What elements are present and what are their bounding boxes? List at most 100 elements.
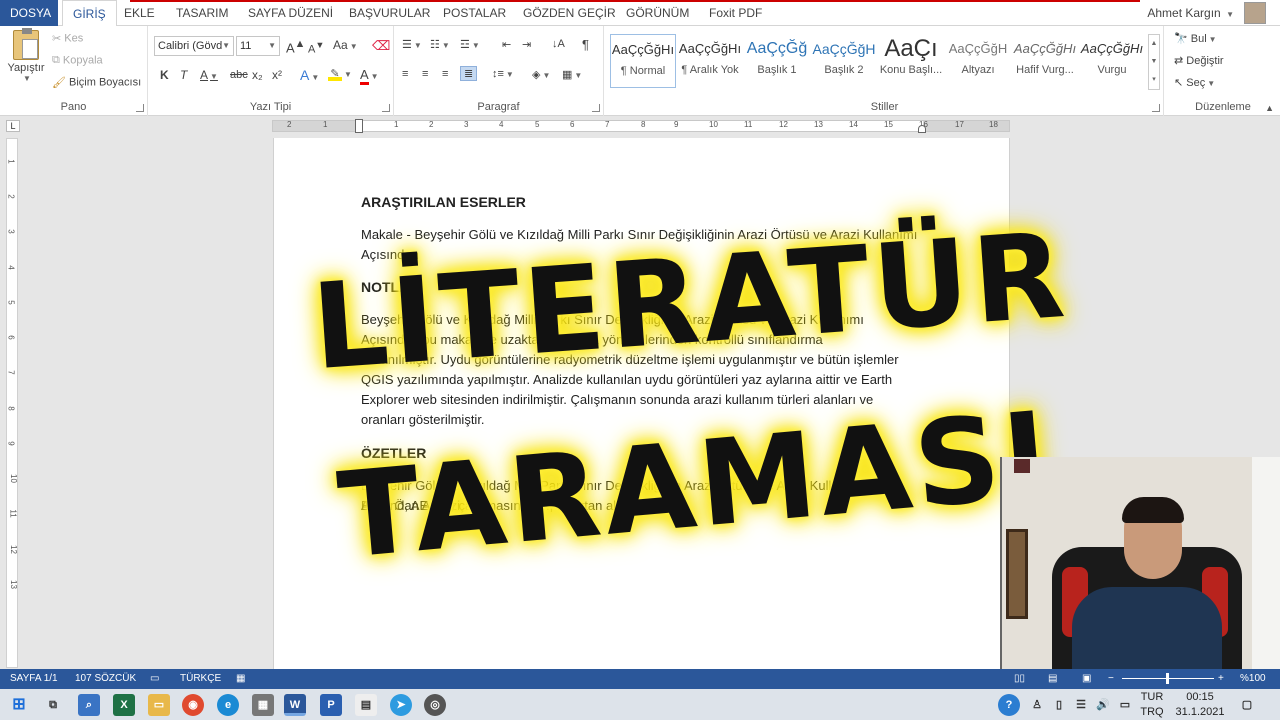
notepad-icon[interactable]: ▤ <box>355 694 377 716</box>
style-subtle-emphasis[interactable]: AaÇçĞğHı Hafif Vurg... <box>1012 34 1078 88</box>
format-painter-button[interactable]: 🖌 Biçim Boyacısı <box>52 76 141 89</box>
bold-button[interactable]: K <box>160 68 169 82</box>
wifi-icon[interactable]: ☰ <box>1070 694 1092 716</box>
zoom-in-icon[interactable]: + <box>1218 669 1224 689</box>
proofing-icon[interactable]: ▭ <box>150 669 159 689</box>
superscript-button[interactable]: x² <box>272 68 282 82</box>
select-button[interactable]: ↖ Seç ▼ <box>1174 76 1215 89</box>
right-indent-marker-icon[interactable] <box>918 125 926 133</box>
edge-icon[interactable]: e <box>217 694 239 716</box>
input-language[interactable]: TUR TRQ <box>1138 690 1166 720</box>
tab-file[interactable]: DOSYA <box>0 0 58 26</box>
tab-mailings[interactable]: POSTALAR <box>433 0 516 26</box>
cut-button[interactable]: ✂ Kes <box>52 32 83 45</box>
pdf-icon[interactable]: P <box>320 694 342 716</box>
tab-foxit[interactable]: Foxit PDF <box>699 0 772 26</box>
copy-button[interactable]: ⧉ Kopyala <box>52 54 103 67</box>
macro-icon[interactable]: ▦ <box>236 669 245 689</box>
bullets-button[interactable]: ☰ ▼ <box>402 38 422 51</box>
word-icon[interactable]: W <box>284 694 306 716</box>
style-emphasis[interactable]: AaÇçĞğHı Vurgu <box>1079 34 1145 88</box>
horizontal-ruler[interactable]: 2 1 1 2 3 4 5 6 7 8 9 10 11 12 13 14 15 … <box>272 119 1010 133</box>
tab-layout[interactable]: SAYFA DÜZENİ <box>238 0 343 26</box>
person-icon[interactable]: ♙ <box>1026 694 1048 716</box>
indent-marker-icon[interactable] <box>355 119 363 133</box>
telegram-icon[interactable]: ➤ <box>390 694 412 716</box>
style-title[interactable]: AaÇı Konu Başlı... <box>878 34 944 88</box>
find-button[interactable]: 🔭 Bul ▼ <box>1174 32 1217 45</box>
justify-button[interactable]: ≣ <box>460 66 478 81</box>
tab-selector[interactable]: L <box>6 120 20 132</box>
style-no-spacing[interactable]: AaÇçĞğHı ¶ Aralık Yok <box>677 34 743 88</box>
device-icon[interactable]: ▯ <box>1048 694 1070 716</box>
task-view-icon[interactable]: ⧉ <box>42 694 64 716</box>
zoom-level[interactable]: %100 <box>1240 669 1266 689</box>
style-subtitle[interactable]: AaÇçĞğH Altyazı <box>945 34 1011 88</box>
replace-button[interactable]: ⇄ Değiştir <box>1174 54 1224 67</box>
tab-review[interactable]: GÖZDEN GEÇİR <box>513 0 626 26</box>
increase-indent-button[interactable]: ⇥ <box>522 38 531 51</box>
zoom-out-icon[interactable]: − <box>1108 669 1114 689</box>
search-icon[interactable]: ⌕ <box>78 694 100 716</box>
tab-references[interactable]: BAŞVURULAR <box>339 0 440 26</box>
volume-icon[interactable]: 🔊 <box>1092 694 1114 716</box>
user-account[interactable]: Ahmet Kargın ▼ <box>1147 0 1234 26</box>
print-layout-icon[interactable]: ▤ <box>1048 669 1057 689</box>
status-page[interactable]: SAYFA 1/1 <box>10 669 58 689</box>
file-explorer-icon[interactable]: ▭ <box>148 694 170 716</box>
font-family-select[interactable]: Calibri (Gövd ▼ <box>154 36 234 56</box>
status-word-count[interactable]: 107 SÖZCÜK <box>75 669 136 689</box>
obs-icon[interactable]: ◎ <box>424 694 446 716</box>
grow-font-button[interactable]: A▲ <box>286 38 305 55</box>
web-layout-icon[interactable]: ▣ <box>1082 669 1091 689</box>
subscript-button[interactable]: x₂ <box>252 68 263 82</box>
zoom-slider-thumb[interactable] <box>1166 673 1169 684</box>
clock[interactable]: 00:15 31.1.2021 <box>1168 690 1232 720</box>
show-marks-button[interactable]: ¶ <box>582 37 589 52</box>
avatar[interactable] <box>1244 2 1266 24</box>
underline-button[interactable]: A ▼ <box>200 68 218 82</box>
multilevel-list-button[interactable]: ☲ ▼ <box>460 38 480 51</box>
font-size-select[interactable]: 11 ▼ <box>236 36 280 56</box>
status-language[interactable]: TÜRKÇE <box>180 669 221 689</box>
paragraph-launcher-icon[interactable] <box>592 104 600 112</box>
font-launcher-icon[interactable] <box>382 104 390 112</box>
styles-launcher-icon[interactable] <box>1152 104 1160 112</box>
strikethrough-button[interactable]: abc <box>230 69 248 81</box>
line-spacing-button[interactable]: ↕≡ ▼ <box>492 68 514 80</box>
change-case-button[interactable]: Aa ▼ <box>333 38 358 52</box>
tab-design[interactable]: TASARIM <box>166 0 238 26</box>
notification-icon[interactable]: ▢ <box>1236 694 1258 716</box>
style-heading-1[interactable]: AaÇçĞğ Başlık 1 <box>744 34 810 88</box>
text-effects-button[interactable]: A ▼ <box>300 67 319 83</box>
battery-icon[interactable]: ▭ <box>1114 694 1136 716</box>
sort-button[interactable]: ↓A <box>552 38 565 50</box>
font-color-button[interactable]: A ▼ <box>360 67 379 85</box>
clipboard-launcher-icon[interactable] <box>136 104 144 112</box>
style-normal[interactable]: AaÇçĞğHı ¶ Normal <box>610 34 676 88</box>
highlight-button[interactable]: ✎ ▼ <box>328 67 352 81</box>
tab-view[interactable]: GÖRÜNÜM <box>616 0 699 26</box>
italic-button[interactable]: T <box>180 68 187 82</box>
chrome-icon[interactable]: ◉ <box>182 694 204 716</box>
decrease-indent-button[interactable]: ⇤ <box>502 38 511 51</box>
excel-icon[interactable]: X <box>113 694 135 716</box>
vertical-ruler[interactable]: 1 2 3 4 5 6 7 8 9 10 11 12 13 <box>6 138 18 668</box>
shrink-font-button[interactable]: A▼ <box>308 40 324 56</box>
align-left-button[interactable]: ≡ <box>402 68 408 80</box>
align-center-button[interactable]: ≡ <box>422 68 428 80</box>
read-mode-icon[interactable]: ▯▯ <box>1014 669 1025 689</box>
clear-format-button[interactable]: ⌫ <box>372 38 390 54</box>
collapse-ribbon-icon[interactable]: ▲ <box>1265 103 1274 113</box>
shading-button[interactable]: ◈ ▼ <box>532 68 550 81</box>
windows-start-icon[interactable]: ⊞ <box>8 694 30 716</box>
tab-insert[interactable]: EKLE <box>114 0 165 26</box>
help-icon[interactable]: ? <box>998 694 1020 716</box>
borders-button[interactable]: ▦ ▼ <box>562 68 582 81</box>
style-heading-2[interactable]: AaÇçĞğH Başlık 2 <box>811 34 877 88</box>
align-right-button[interactable]: ≡ <box>442 68 448 80</box>
paste-button[interactable]: Yapıştır ▼ <box>6 28 46 83</box>
styles-scroll[interactable]: ▲ ▼ ▾ <box>1148 34 1160 90</box>
calculator-icon[interactable]: ▦ <box>252 694 274 716</box>
tab-home[interactable]: GİRİŞ <box>62 0 117 27</box>
